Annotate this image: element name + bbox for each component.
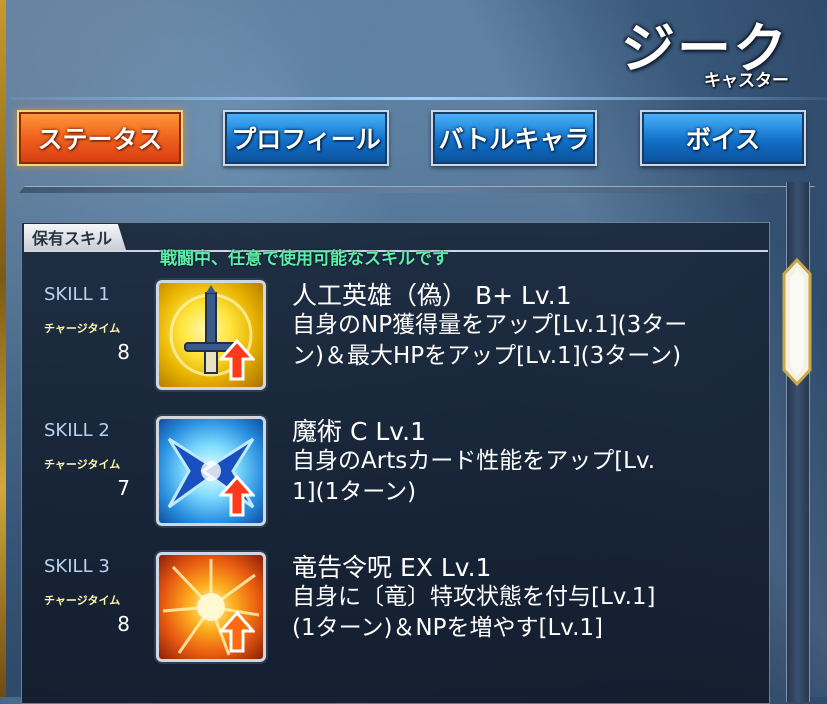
skill-2-desc-line1: 自身のArtsカード性能をアップ[Lv. bbox=[292, 448, 656, 474]
skill-1-charge-label: チャージタイム bbox=[44, 322, 121, 335]
tab-status[interactable]: ステータス bbox=[17, 110, 183, 166]
skill-1-slot: SKILL 1 bbox=[44, 284, 110, 305]
skill-3-charge-value: 8 bbox=[117, 612, 130, 636]
tab-battle-chara[interactable]: バトルキャラ bbox=[431, 110, 597, 166]
skill-3-charge-label: チャージタイム bbox=[44, 594, 121, 607]
up-arrow-icon bbox=[219, 475, 255, 517]
servant-class: キャスター bbox=[704, 71, 789, 91]
arts-buff-icon[interactable] bbox=[156, 416, 266, 526]
up-arrow-icon bbox=[219, 339, 255, 381]
tab-divider-bar bbox=[19, 186, 815, 193]
skill-2-desc-line2: 1](1ターン) bbox=[292, 479, 417, 505]
sword-buff-icon[interactable] bbox=[156, 280, 266, 390]
skill-2-charge-label: チャージタイム bbox=[44, 458, 121, 471]
skill-2-name: 魔術 C Lv.1 bbox=[292, 417, 426, 446]
skill-3-name: 竜告令呪 EX Lv.1 bbox=[292, 553, 492, 582]
skills-panel-title: 保有スキル bbox=[24, 224, 127, 250]
skill-1-desc-line1: 自身のNP獲得量をアップ[Lv.1](3ター bbox=[292, 312, 688, 338]
tab-voice[interactable]: ボイス bbox=[640, 110, 806, 166]
skill-3-desc-line2: (1ターン)＆NPを増やす[Lv.1] bbox=[292, 615, 604, 641]
header-divider bbox=[10, 97, 827, 100]
skill-1-charge-value: 8 bbox=[117, 340, 130, 364]
up-arrow-icon bbox=[219, 611, 255, 653]
skill-2-charge-value: 7 bbox=[117, 476, 130, 500]
skill-3-slot: SKILL 3 bbox=[44, 556, 110, 577]
tab-profile[interactable]: プロフィール bbox=[223, 110, 389, 166]
skills-hint: 戦闘中、任意で使用可能なスキルです bbox=[160, 249, 449, 269]
skill-3-desc-line1: 自身に〔竜〕特攻状態を付与[Lv.1] bbox=[292, 584, 656, 610]
scrollbar-thumb[interactable] bbox=[782, 258, 812, 386]
skill-2-slot: SKILL 2 bbox=[44, 420, 110, 441]
skill-1-desc-line2: ン)＆最大HPをアップ[Lv.1](3ターン) bbox=[292, 343, 682, 369]
skill-1-name: 人工英雄（偽） B+ Lv.1 bbox=[292, 281, 572, 310]
gold-frame-edge bbox=[0, 0, 6, 697]
burst-buff-icon[interactable] bbox=[156, 552, 266, 662]
